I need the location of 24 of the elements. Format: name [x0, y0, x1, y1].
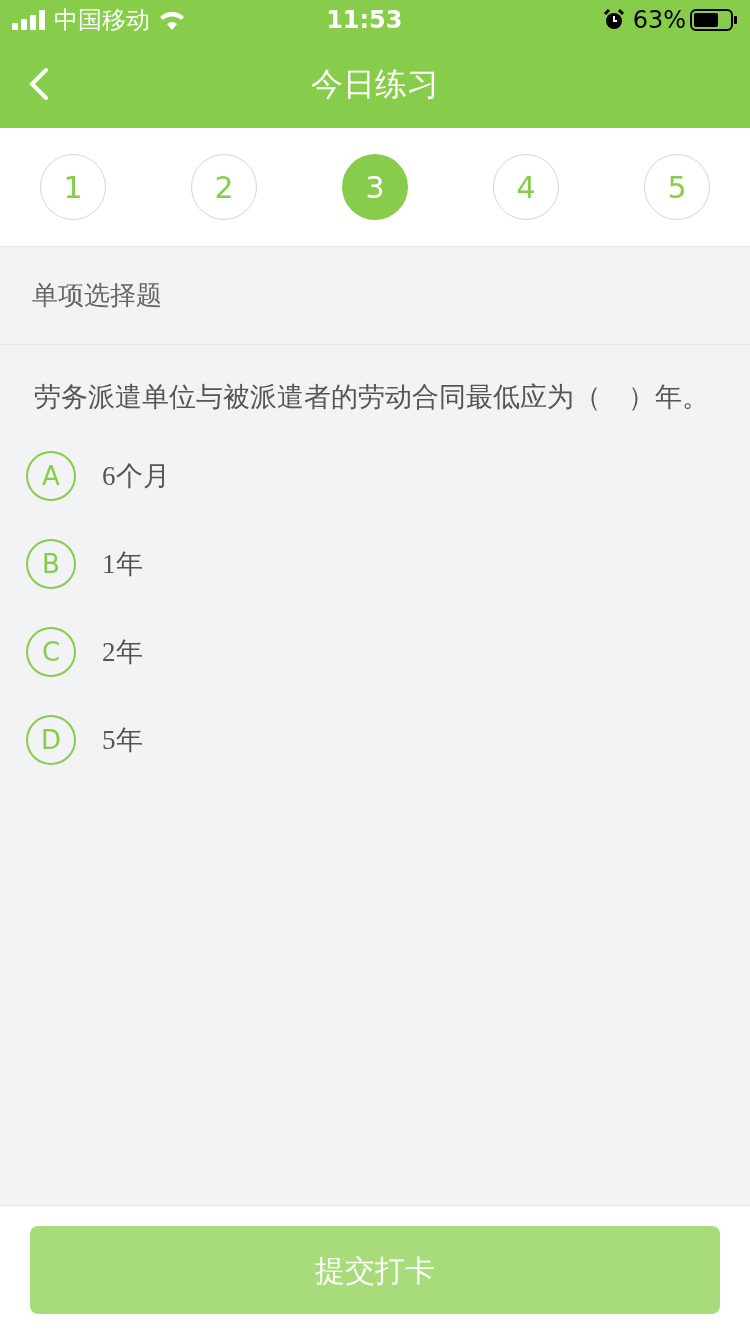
back-icon[interactable] [28, 67, 50, 101]
option-radio[interactable]: C [26, 627, 76, 677]
option-text: 5年 [102, 723, 143, 757]
question-number[interactable]: 2 [191, 154, 257, 220]
option-radio[interactable]: D [26, 715, 76, 765]
question-number[interactable]: 3 [342, 154, 408, 220]
question-type: 单项选择题 [32, 279, 162, 312]
question-text: 劳务派遣单位与被派遣者的劳动合同最低应为（ ）年。 [33, 380, 710, 414]
option-text: 2年 [102, 635, 143, 669]
question-number[interactable]: 4 [493, 154, 559, 220]
clock-time: 11:53 [326, 5, 403, 36]
battery-icon [690, 9, 738, 31]
option-radio[interactable]: A [26, 451, 76, 501]
option-radio[interactable]: B [26, 539, 76, 589]
wifi-icon [158, 10, 186, 30]
page-title: 今日练习 [311, 64, 439, 105]
carrier-name: 中国移动 [54, 5, 150, 36]
alarm-icon [602, 9, 625, 31]
option-text: 6个月 [102, 459, 170, 493]
question-number[interactable]: 1 [40, 154, 106, 220]
signal-icon [12, 10, 48, 30]
question-number[interactable]: 5 [644, 154, 710, 220]
option-text: 1年 [102, 547, 143, 581]
battery-percent: 63% [632, 5, 686, 36]
